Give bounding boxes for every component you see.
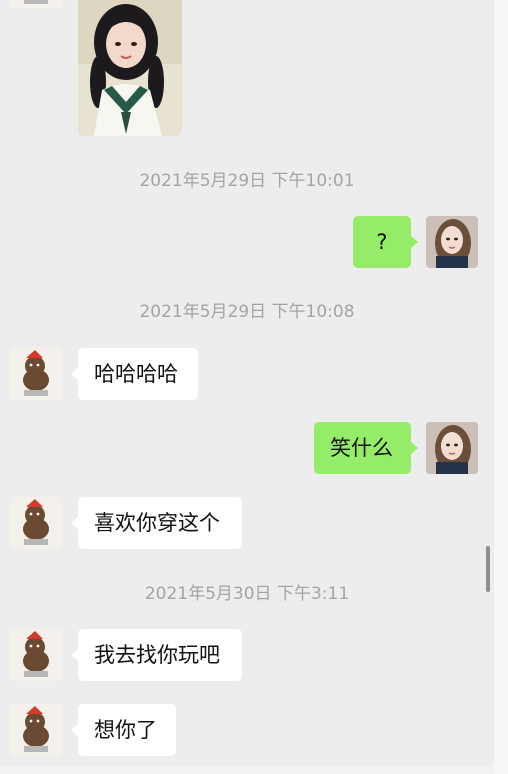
contact-avatar[interactable] xyxy=(10,0,62,8)
image-message[interactable] xyxy=(78,0,182,136)
scroll-track xyxy=(494,0,508,774)
outgoing-message[interactable]: ? xyxy=(353,216,418,268)
scrollbar[interactable] xyxy=(486,546,490,592)
bottom-edge xyxy=(0,766,494,774)
outgoing-message[interactable]: 笑什么 xyxy=(314,422,418,474)
incoming-message[interactable]: 想你了 xyxy=(71,704,176,756)
my-avatar[interactable] xyxy=(426,216,478,268)
timestamp: 2021年5月30日 下午3:11 xyxy=(144,584,350,604)
contact-avatar[interactable] xyxy=(10,704,62,756)
timestamp: 2021年5月29日 下午10:01 xyxy=(139,171,355,191)
contact-avatar[interactable] xyxy=(10,348,62,400)
contact-avatar[interactable] xyxy=(10,629,62,681)
incoming-message[interactable]: 喜欢你穿这个 xyxy=(71,497,242,549)
timestamp: 2021年5月29日 下午10:08 xyxy=(139,302,355,322)
incoming-message[interactable]: 哈哈哈哈 xyxy=(71,348,198,400)
incoming-message[interactable]: 我去找你玩吧 xyxy=(71,629,242,681)
contact-avatar[interactable] xyxy=(10,497,62,549)
chat-area: 2021年5月29日 下午10:01 ? 2021年5月29日 下午10:08 … xyxy=(0,0,494,774)
my-avatar[interactable] xyxy=(426,422,478,474)
